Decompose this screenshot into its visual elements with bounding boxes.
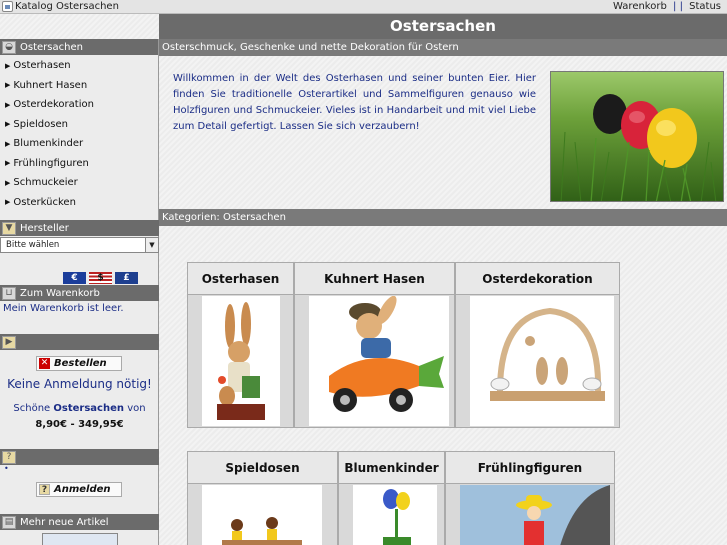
triangle-right-icon: ▶ <box>5 178 11 187</box>
page-subtitle: Osterschmuck, Geschenke und nette Dekora… <box>159 39 727 56</box>
triangle-right-icon: ▶ <box>5 159 11 168</box>
cart-box-title[interactable]: Zum Warenkorb <box>20 288 100 299</box>
sidebar-item-fruehlingfiguren[interactable]: ▶ Frühlingfiguren <box>0 154 158 174</box>
triangle-right-icon: ▶ <box>5 100 11 109</box>
sidebar-item-label: Frühlingfiguren <box>13 157 89 169</box>
spieldosen-image[interactable] <box>202 485 322 545</box>
bullet: • <box>4 464 9 473</box>
welcome-text: Willkommen in der Welt des Osterhasen un… <box>173 73 536 132</box>
new-items-box-header: ▤ Mehr neue Artikel <box>0 514 159 530</box>
status-link[interactable]: Status <box>689 1 721 12</box>
sidebar-item-label: Osterdekoration <box>13 99 94 111</box>
manufacturer-select-value: Bitte wählen <box>6 240 60 250</box>
category-tile-label: Spieldosen <box>188 452 337 484</box>
new-items-icon: ▤ <box>2 515 16 529</box>
arrow-right-icon: ▶ <box>2 335 16 349</box>
categories-bar: Kategorien: Ostersachen <box>159 209 727 226</box>
category-tile-label: Blumenkinder <box>339 452 444 484</box>
category-tile-label: Kuhnert Hasen <box>295 263 454 295</box>
categories-box-title: Ostersachen <box>20 41 83 53</box>
sidebar-item-osterkuecken[interactable]: ▶ Osterkücken <box>0 193 158 213</box>
sidebar-item-schmuckeier[interactable]: ▶ Schmuckeier <box>0 173 158 193</box>
sidebar-item-label: Osterkücken <box>13 196 76 208</box>
category-tile-label: Osterhasen <box>188 263 293 295</box>
triangle-right-icon: ▶ <box>5 61 11 70</box>
category-list: ▶ Osterhasen ▶ Kuhnert Hasen ▶ Osterdekorat… <box>0 55 158 212</box>
sidebar-item-spieldosen[interactable]: ▶ Spieldosen <box>0 115 158 135</box>
price-intro-text: Schöne <box>13 403 51 414</box>
dollar-symbol: $ <box>97 273 104 283</box>
shopping-cart-icon: ⊔ <box>2 286 16 300</box>
sidebar-item-blumenkinder[interactable]: ▶ Blumenkinder <box>0 134 158 154</box>
blumenkinder-image[interactable] <box>353 485 437 545</box>
login-button[interactable]: ? Anmelden <box>36 482 122 497</box>
fruehlingfiguren-image[interactable] <box>460 485 610 545</box>
category-tile-osterhasen[interactable]: Osterhasen <box>187 262 294 428</box>
category-tile-blumenkinder[interactable]: Blumenkinder <box>338 451 445 545</box>
sidebar-item-label: Kuhnert Hasen <box>13 79 88 91</box>
sidebar: ◒ Ostersachen ▶ Osterhasen ▶ Kuhnert Hasen… <box>0 39 159 545</box>
order-button-label: Bestellen <box>54 358 107 369</box>
triangle-right-icon: ▶ <box>5 120 11 129</box>
cart-box-header: ⊔ Zum Warenkorb <box>0 285 159 301</box>
order-button[interactable]: ✕ Bestellen <box>36 356 122 371</box>
question-icon: ? <box>2 450 16 464</box>
sidebar-item-label: Spieldosen <box>13 118 68 130</box>
login-button-label: Anmelden <box>54 484 111 495</box>
page-title: Ostersachen <box>159 14 727 39</box>
new-items-title[interactable]: Mehr neue Artikel <box>20 517 109 528</box>
no-login-text: Keine Anmeldung nötig! <box>7 377 152 391</box>
sidebar-item-kuhnert-hasen[interactable]: ▶ Kuhnert Hasen <box>0 76 158 96</box>
egg-icon: ◒ <box>2 40 16 54</box>
category-tile-spieldosen[interactable]: Spieldosen <box>187 451 338 545</box>
manufacturer-box-title: Hersteller <box>20 222 69 234</box>
new-item-thumbnail[interactable] <box>42 533 118 545</box>
manufacturer-box-header: ▼ Hersteller <box>0 220 159 236</box>
price-intro: Schöne Ostersachen von <box>0 403 159 414</box>
close-icon: ✕ <box>39 358 50 369</box>
uk-flag-icon[interactable]: £ <box>115 272 138 284</box>
triangle-right-icon: ▶ <box>5 139 11 148</box>
sidebar-item-osterdekoration[interactable]: ▶ Osterdekoration <box>0 95 158 115</box>
osterhasen-image[interactable] <box>202 296 280 426</box>
currency-selector: € $ £ <box>63 272 138 284</box>
cart-status[interactable]: Mein Warenkorb ist leer. <box>3 303 124 314</box>
category-tile-label: Frühlingfiguren <box>446 452 614 484</box>
category-tile-kuhnert-hasen[interactable]: Kuhnert Hasen <box>294 262 455 428</box>
triangle-right-icon: ▶ <box>5 81 11 90</box>
funnel-icon: ▼ <box>2 221 16 235</box>
price-intro-bold: Ostersachen <box>53 403 125 414</box>
top-bar: Katalog Ostersachen Warenkorb | | Status <box>0 0 727 14</box>
us-flag-icon[interactable]: $ <box>89 272 112 284</box>
login-box-header: ? <box>0 449 159 465</box>
sidebar-item-label: Blumenkinder <box>13 138 84 150</box>
home-icon <box>2 1 13 12</box>
osterdekoration-image[interactable] <box>470 296 614 426</box>
manufacturer-select[interactable]: Bitte wählen ▼ <box>0 237 159 253</box>
catalog-home-label: Katalog Ostersachen <box>15 1 119 12</box>
category-tile-osterdekoration[interactable]: Osterdekoration <box>455 262 620 428</box>
catalog-home-link[interactable]: Katalog Ostersachen <box>2 1 119 12</box>
sidebar-item-label: Schmuckeier <box>13 177 78 189</box>
chevron-down-icon[interactable]: ▼ <box>145 238 158 252</box>
top-separator: | | <box>673 1 683 12</box>
pound-symbol: £ <box>123 273 130 283</box>
euro-symbol: € <box>71 273 78 283</box>
triangle-right-icon: ▶ <box>5 198 11 207</box>
top-links: Warenkorb | | Status <box>610 1 721 12</box>
euro-flag-icon[interactable]: € <box>63 272 86 284</box>
category-tile-fruehlingfiguren[interactable]: Frühlingfiguren <box>445 451 615 545</box>
category-tile-label: Osterdekoration <box>456 263 619 295</box>
price-range: 8,90€ - 349,95€ <box>35 419 124 430</box>
categories-box-header: ◒ Ostersachen <box>0 39 158 55</box>
kuhnert-hasen-image[interactable] <box>309 296 449 426</box>
easter-eggs-photo <box>550 71 724 202</box>
question-icon: ? <box>39 484 50 495</box>
sidebar-item-label: Osterhasen <box>13 60 71 72</box>
price-intro-suffix: von <box>127 403 146 414</box>
sidebar-item-osterhasen[interactable]: ▶ Osterhasen <box>0 56 158 76</box>
order-box-header: ▶ <box>0 334 159 350</box>
cart-link[interactable]: Warenkorb <box>613 1 667 12</box>
